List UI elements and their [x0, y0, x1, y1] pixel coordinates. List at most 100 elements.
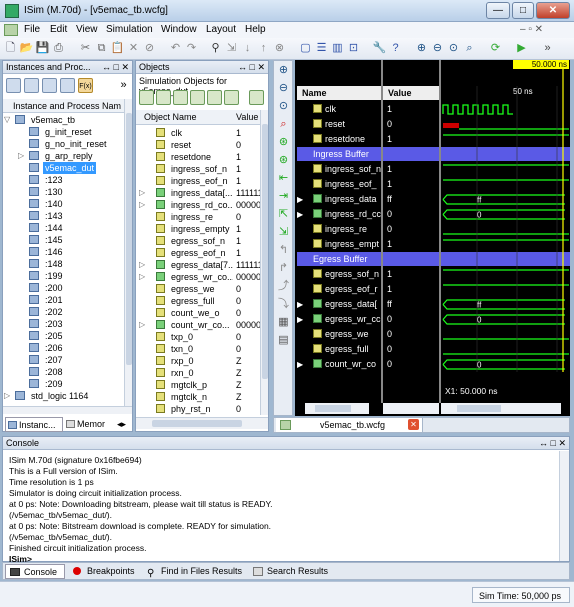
zoom-in-icon[interactable]: ⊕ — [414, 41, 429, 56]
copy-icon[interactable]: ⧉ — [94, 41, 109, 56]
table-icon[interactable]: ▤ — [276, 333, 291, 348]
menu-edit[interactable]: Edit — [50, 24, 67, 35]
instance-tree-item[interactable]: g_init_reset — [3, 126, 124, 138]
object-row[interactable]: mgtclk_n Z — [136, 391, 260, 403]
arrow-up-icon[interactable]: ↑ — [256, 41, 271, 56]
run-icon[interactable]: ▶ — [514, 41, 529, 56]
instance-tree-item[interactable]: :199 — [3, 270, 124, 282]
instance-tree-item[interactable]: v5emac_dut — [3, 162, 124, 174]
arrow-down-icon[interactable]: ↓ — [240, 41, 255, 56]
zoom-in-wave-icon[interactable]: ⊕ — [276, 63, 291, 78]
function-filter-icon[interactable]: F(x) — [78, 78, 93, 93]
menu-window[interactable]: Window — [161, 24, 197, 35]
paste-icon[interactable]: 📋 — [110, 41, 125, 56]
refresh-icon[interactable]: ⟳ — [488, 41, 503, 56]
close-tab-icon[interactable]: ✕ — [408, 419, 419, 430]
object-expander-icon[interactable]: ▷ — [139, 271, 145, 283]
menu-help[interactable]: Help — [245, 24, 266, 35]
instance-tree-item[interactable]: :209 — [3, 378, 124, 390]
object-expander-icon[interactable]: ▷ — [139, 199, 145, 211]
object-expander-icon[interactable]: ▷ — [139, 187, 145, 199]
objects-panel-controls-icon[interactable]: ↔ □ ✕ — [238, 61, 265, 74]
object-row[interactable]: egress_we 0 — [136, 283, 260, 295]
filter-output-icon[interactable] — [156, 90, 171, 105]
wave-group-row[interactable]: Ingress Buffer — [297, 147, 381, 161]
floating-ruler-icon[interactable]: ▦ — [276, 315, 291, 330]
instance-tree-item[interactable]: ▷ std_logic 1164 — [3, 390, 124, 402]
object-row[interactable]: ▷ ingress_rd_co...0000000 — [136, 199, 260, 211]
expand-bus-icon[interactable]: ▶ — [297, 312, 307, 327]
wave-col-value[interactable]: Value — [383, 86, 439, 100]
menu-simulation[interactable]: Simulation — [106, 24, 153, 35]
wave-signal-name[interactable]: egress_full — [297, 342, 381, 357]
object-row[interactable]: ingress_eof_n 1 — [136, 175, 260, 187]
zoom-full-icon[interactable]: ⊙ — [276, 99, 291, 114]
window-cascade-icon[interactable]: ▢ — [298, 41, 313, 56]
go-to-time-zero-icon[interactable]: ⊛ — [276, 135, 291, 150]
menu-file[interactable]: File — [24, 24, 40, 35]
instance-tree-item[interactable]: ▽ v5emac_tb — [3, 114, 124, 126]
objects-scrollbar[interactable] — [260, 110, 268, 415]
zoom-out-icon[interactable]: ⊖ — [430, 41, 445, 56]
swap-cursors-icon[interactable]: ↱ — [276, 261, 291, 276]
tab-find-in-files[interactable]: ⚲ Find in Files Results — [143, 564, 245, 579]
object-row[interactable]: phy_rst_n 0 — [136, 403, 260, 415]
previous-marker-icon[interactable]: ⇲ — [276, 225, 291, 240]
save-icon[interactable]: 💾 — [35, 41, 50, 56]
expand-all-icon[interactable] — [42, 78, 57, 93]
wave-signal-name[interactable]: ▶ ingress_data — [297, 192, 381, 207]
stop-icon[interactable]: ⊗ — [272, 41, 287, 56]
instances-hscrollbar[interactable] — [3, 406, 132, 414]
window-tile-h-icon[interactable]: ☰ — [314, 41, 329, 56]
object-row[interactable]: resetdone 1 — [136, 151, 260, 163]
objects-settings-icon[interactable] — [249, 90, 264, 105]
find-next-icon[interactable]: ⇲ — [224, 41, 239, 56]
expand-bus-icon[interactable]: ▶ — [297, 297, 307, 312]
instances-scrollbar[interactable] — [124, 99, 132, 406]
zoom-cursor-icon[interactable]: ⌕ — [462, 41, 477, 56]
wave-values-scrollbar[interactable] — [383, 403, 439, 414]
wave-signal-name[interactable]: resetdone — [297, 132, 381, 147]
wave-canvas-scrollbar[interactable] — [441, 403, 561, 414]
tab-search-results[interactable]: Search Results — [249, 564, 329, 579]
cut-icon[interactable]: ✂ — [78, 41, 93, 56]
wave-signal-name[interactable]: ▶ egress_data[ — [297, 297, 381, 312]
filter-constant-icon[interactable] — [207, 90, 222, 105]
object-row[interactable]: rxp_0 Z — [136, 355, 260, 367]
add-marker-icon[interactable]: ⇱ — [276, 207, 291, 222]
filter-inout-icon[interactable] — [173, 90, 188, 105]
wave-signal-name[interactable]: ▶ ingress_rd_cc — [297, 207, 381, 222]
instance-tree-item[interactable]: :145 — [3, 234, 124, 246]
expand-bus-icon[interactable]: ▶ — [297, 357, 307, 372]
snap-icon[interactable]: ⤴ — [276, 279, 291, 294]
filter-internal-icon[interactable] — [190, 90, 205, 105]
tab-breakpoints[interactable]: Breakpoints — [69, 564, 139, 579]
menu-view[interactable]: View — [76, 24, 98, 35]
instance-tree-item[interactable]: :202 — [3, 306, 124, 318]
instance-filter-icon[interactable] — [6, 78, 21, 93]
undo-icon[interactable]: ↶ — [168, 41, 183, 56]
wave-signal-name[interactable]: egress_eof_r — [297, 282, 381, 297]
maximize-button[interactable]: □ — [512, 2, 534, 19]
console-controls-icon[interactable]: ↔ □ ✕ — [539, 437, 566, 450]
expand-bus-icon[interactable]: ▶ — [297, 192, 307, 207]
instance-tree-item[interactable]: :207 — [3, 354, 124, 366]
objects-hscrollbar[interactable] — [136, 417, 268, 429]
minimize-button[interactable]: — — [486, 2, 510, 19]
object-row[interactable]: count_we_o 0 — [136, 307, 260, 319]
instance-tree-item[interactable]: :200 — [3, 282, 124, 294]
print-icon[interactable]: ⎙ — [51, 41, 66, 56]
wave-signal-name[interactable]: ingress_re — [297, 222, 381, 237]
object-row[interactable]: reset 0 — [136, 139, 260, 151]
wave-group-row[interactable]: Egress Buffer — [297, 252, 381, 266]
open-folder-icon[interactable]: 📂 — [19, 41, 34, 56]
next-marker-icon[interactable]: ↰ — [276, 243, 291, 258]
binoculars-icon[interactable]: ⚲ — [208, 41, 223, 56]
wave-col-name[interactable]: Name — [297, 86, 381, 100]
tree-expander-icon[interactable]: ▷ — [18, 150, 26, 162]
wave-signal-name[interactable]: clk — [297, 102, 381, 117]
instance-tree-item[interactable]: :123 — [3, 174, 124, 186]
instance-tree-item[interactable]: g_no_init_reset — [3, 138, 124, 150]
go-to-end-icon[interactable]: ⊛ — [276, 153, 291, 168]
panel-overflow-icon[interactable]: » — [116, 78, 131, 93]
